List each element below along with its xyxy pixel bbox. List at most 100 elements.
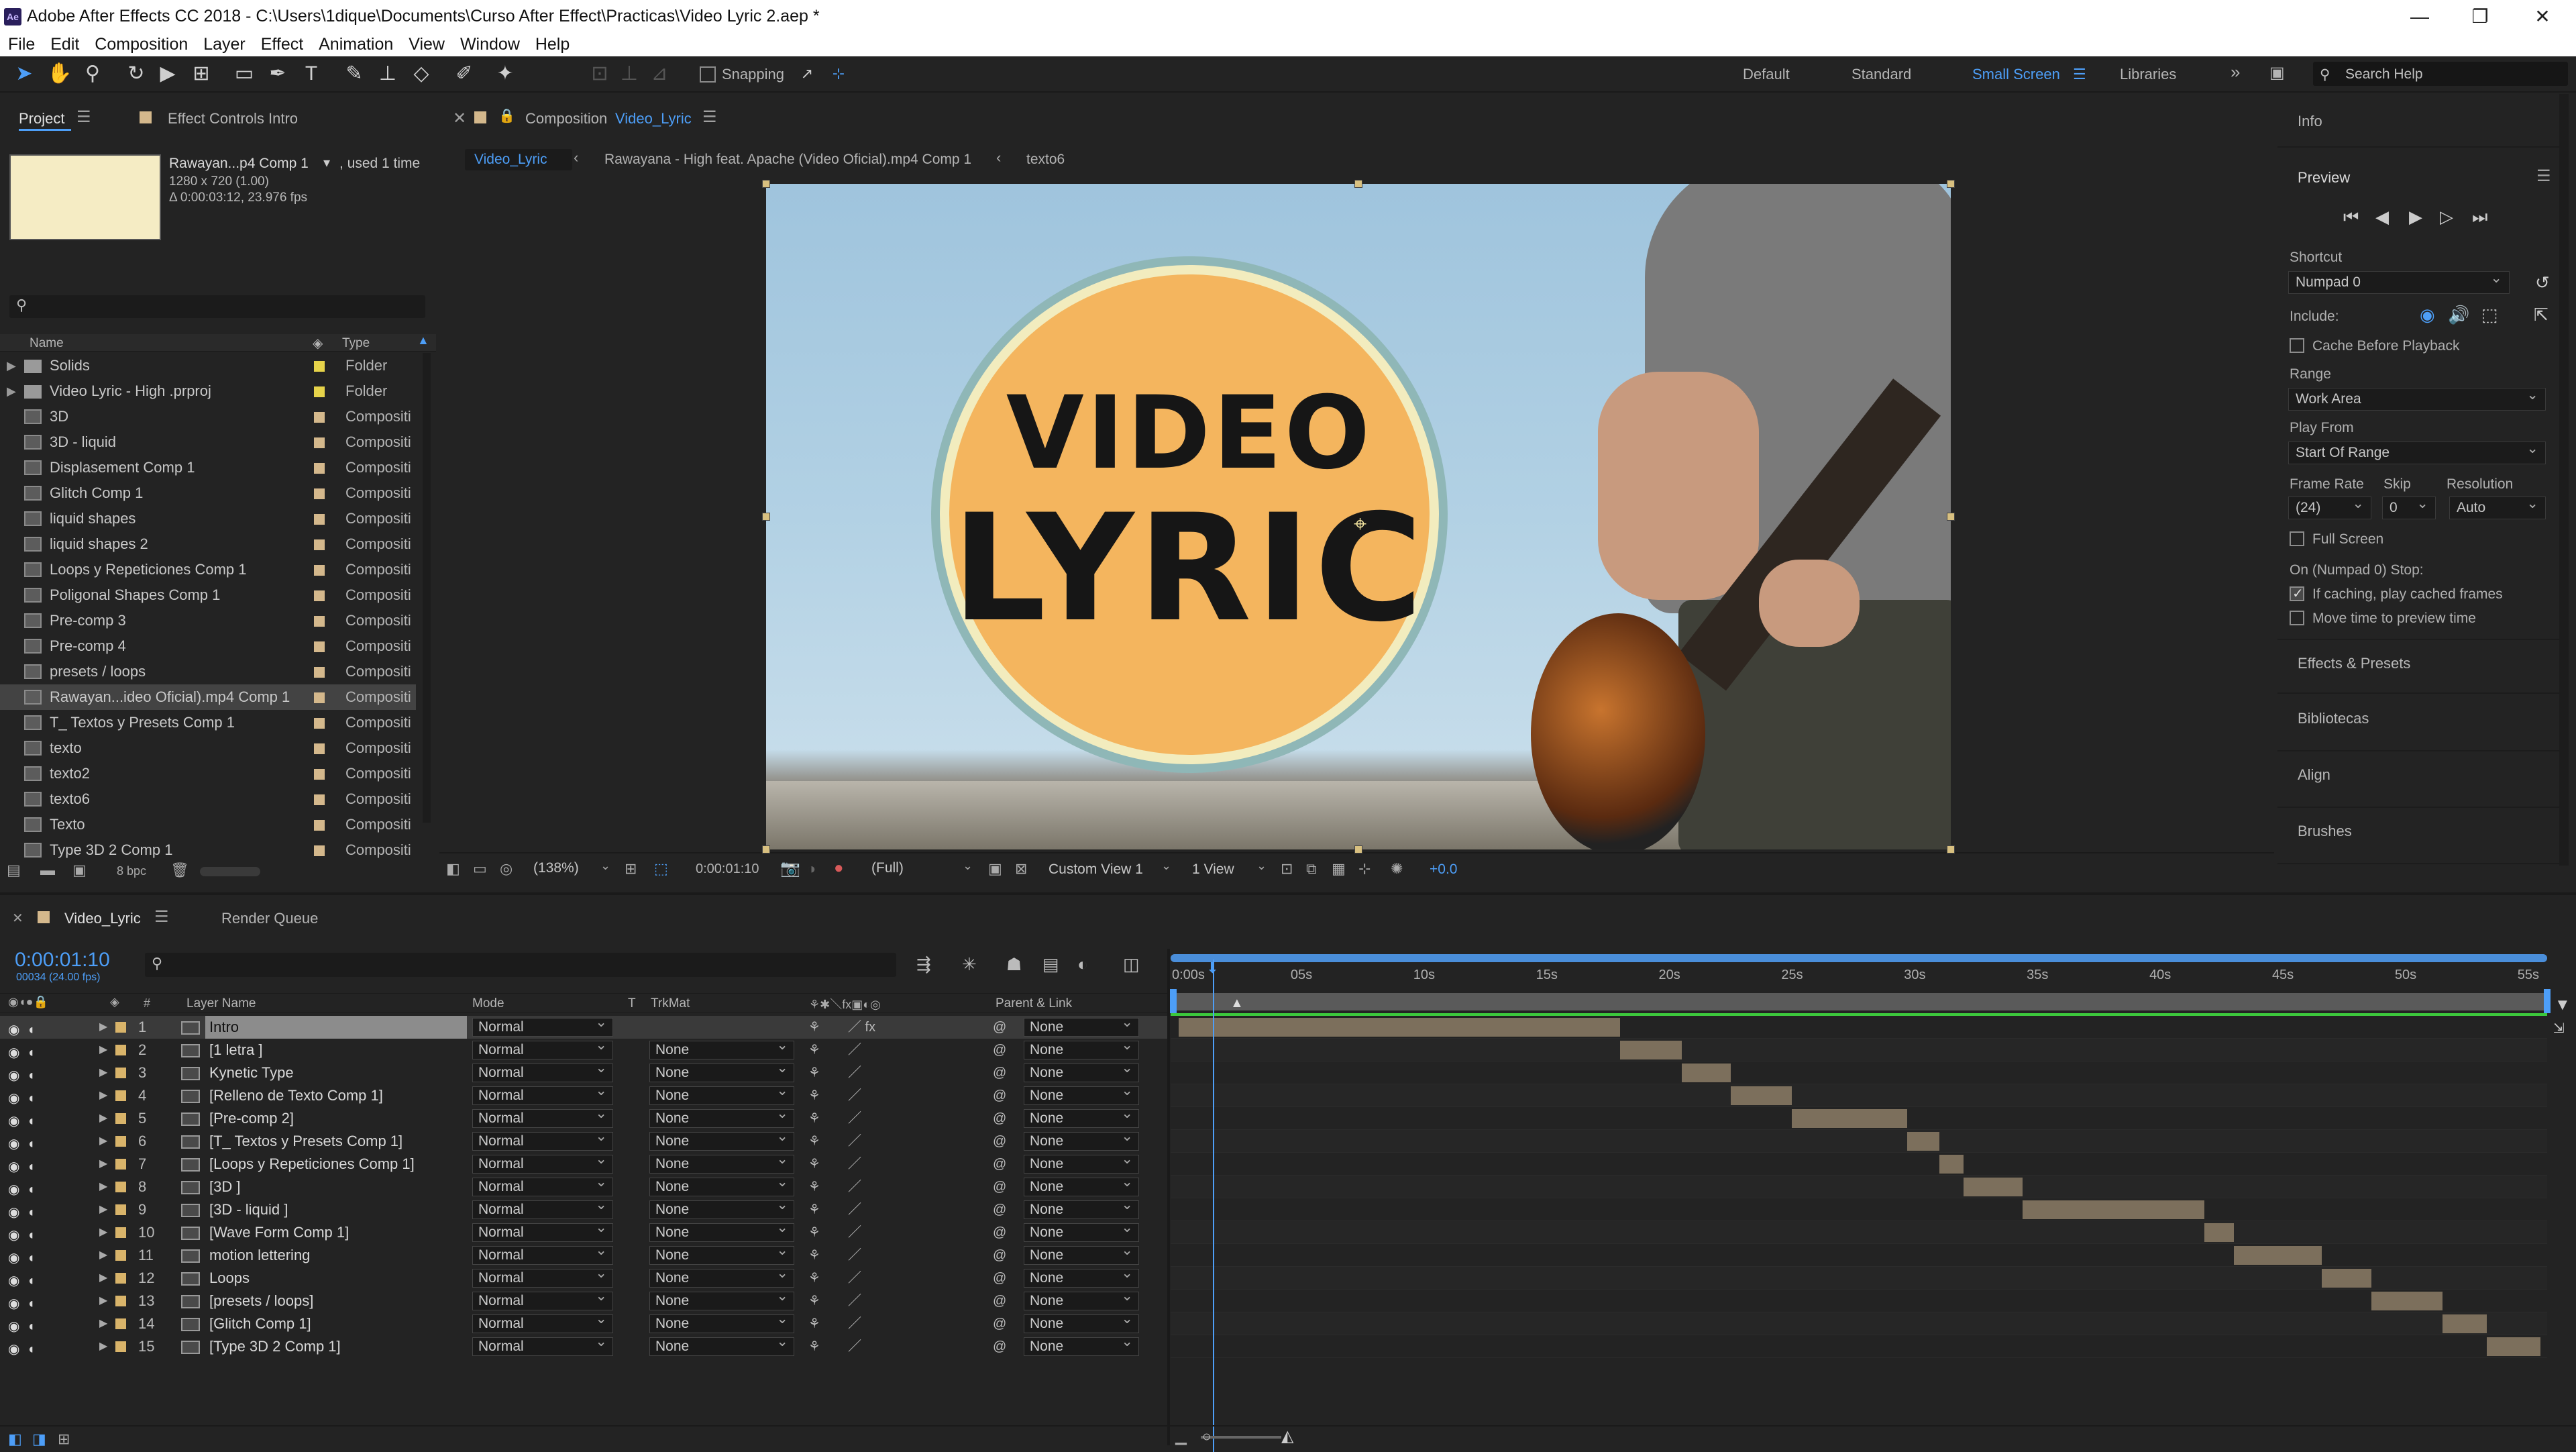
menu-file[interactable]: File bbox=[8, 33, 35, 56]
work-area-start-handle[interactable] bbox=[1170, 989, 1177, 1013]
eye-icon[interactable]: ◉ bbox=[8, 1064, 19, 1087]
menu-view[interactable]: View bbox=[409, 33, 445, 56]
next-frame-icon[interactable]: ▷ bbox=[2440, 207, 2453, 227]
right-panel-scrollbar[interactable] bbox=[2559, 94, 2569, 866]
quality-switch-icon[interactable]: ／ bbox=[848, 1198, 861, 1221]
project-item[interactable]: liquid shapes 2 Compositi bbox=[0, 531, 416, 557]
layer-mode-dropdown[interactable]: Normal bbox=[472, 1105, 613, 1128]
parent-dropdown[interactable]: None bbox=[1024, 1288, 1139, 1310]
shy-switch-icon[interactable]: ⚘ bbox=[808, 1061, 820, 1084]
expand-arrow-icon[interactable]: ▶ bbox=[99, 1290, 107, 1312]
align-title[interactable]: Align bbox=[2298, 766, 2330, 784]
snap-edges-icon[interactable]: ↗ bbox=[795, 62, 819, 86]
always-preview-icon[interactable]: ◧ bbox=[446, 860, 460, 878]
transform-handle[interactable] bbox=[762, 180, 770, 188]
layer-duration-bar[interactable] bbox=[1179, 1018, 1621, 1037]
parent-dropdown[interactable]: None bbox=[1024, 1082, 1139, 1105]
project-item[interactable]: Displasement Comp 1 Compositi bbox=[0, 455, 416, 480]
fast-previews-icon[interactable]: ⧉ bbox=[1306, 860, 1317, 878]
parent-dropdown[interactable]: None bbox=[1024, 1310, 1139, 1333]
layer-name[interactable]: motion lettering bbox=[209, 1244, 310, 1267]
layer-duration-bar[interactable] bbox=[2442, 1314, 2487, 1333]
usage-dropdown-icon[interactable]: ▾ bbox=[323, 154, 330, 171]
expand-arrow-icon[interactable]: ▶ bbox=[99, 1198, 107, 1221]
eye-icon[interactable]: ◉ bbox=[8, 1041, 19, 1064]
zoom-tool-icon[interactable]: ⚲ bbox=[80, 62, 105, 86]
pick-whip-icon[interactable]: @ bbox=[993, 1039, 1006, 1061]
trkmat-dropdown[interactable]: None bbox=[649, 1105, 794, 1128]
layer-row[interactable]: ◉ ◖ ▶ 6 [T_ Textos y Presets Comp 1] Normal No… bbox=[0, 1128, 1167, 1153]
menu-animation[interactable]: Animation bbox=[319, 33, 393, 56]
layer-label-color[interactable] bbox=[115, 1204, 126, 1215]
shy-switch-icon[interactable]: ⚘ bbox=[808, 1016, 820, 1039]
region-of-interest-icon[interactable]: ▣ bbox=[988, 860, 1002, 878]
chevron-down-icon[interactable]: ⌄ bbox=[1256, 859, 1267, 873]
shy-switch-icon[interactable]: ⚘ bbox=[808, 1153, 820, 1176]
parent-dropdown[interactable]: None bbox=[1024, 1219, 1139, 1242]
comp-marker-bin-icon[interactable]: ▼ bbox=[2555, 996, 2571, 1015]
in-out-toggle-icon[interactable]: ⊞ bbox=[58, 1431, 70, 1448]
preview-title[interactable]: Preview bbox=[2298, 169, 2350, 187]
eye-icon[interactable]: ◉ bbox=[8, 1201, 19, 1224]
label-column-icon[interactable]: ◈ bbox=[110, 995, 119, 1009]
frame-blending-icon[interactable]: ▤ bbox=[1042, 954, 1059, 975]
views-layout-dropdown[interactable]: 1 View bbox=[1192, 862, 1234, 878]
interpret-footage-icon[interactable]: ▤ bbox=[7, 862, 21, 879]
audio-icon[interactable]: ◖ bbox=[27, 1041, 35, 1064]
project-menu-icon[interactable]: ☰ bbox=[76, 107, 91, 127]
layer-name[interactable]: Kynetic Type bbox=[209, 1061, 294, 1084]
pick-whip-icon[interactable]: @ bbox=[993, 1221, 1006, 1244]
label-color-swatch[interactable] bbox=[314, 590, 325, 601]
world-axis-icon[interactable]: ⊥ bbox=[617, 62, 641, 86]
if-caching-checkbox[interactable] bbox=[2290, 585, 2304, 602]
project-item[interactable]: Pre-comp 3 Compositi bbox=[0, 608, 416, 633]
more-workspaces-icon[interactable]: » bbox=[2231, 62, 2240, 83]
parent-dropdown[interactable]: None bbox=[1024, 1265, 1139, 1288]
pick-whip-icon[interactable]: @ bbox=[993, 1153, 1006, 1176]
audio-icon[interactable]: ◖ bbox=[27, 1110, 35, 1133]
workspace-small-screen[interactable]: Small Screen bbox=[1972, 66, 2060, 83]
layer-duration-bar[interactable] bbox=[1681, 1064, 1731, 1082]
play-icon[interactable]: ▶ bbox=[2409, 207, 2422, 227]
audio-icon[interactable]: ◖ bbox=[27, 1087, 35, 1110]
col-parent[interactable]: Parent & Link bbox=[996, 996, 1072, 1011]
effects-presets-title[interactable]: Effects & Presets bbox=[2298, 655, 2410, 672]
graph-editor-icon[interactable]: ◫ bbox=[1123, 954, 1140, 975]
layer-row[interactable]: ◉ ◖ ▶ 7 [Loops y Repeticiones Comp 1] Normal N… bbox=[0, 1151, 1167, 1176]
transform-handle[interactable] bbox=[1354, 180, 1362, 188]
vr-icon[interactable]: ◎ bbox=[500, 860, 513, 878]
project-search-input[interactable]: ⚲ bbox=[9, 295, 425, 318]
breadcrumb-rawayana[interactable]: Rawayana - High feat. Apache (Video Ofic… bbox=[604, 152, 971, 168]
project-item[interactable]: ▶ Solids Folder bbox=[0, 353, 416, 378]
layer-label-color[interactable] bbox=[115, 1318, 126, 1329]
layer-mode-dropdown[interactable]: Normal bbox=[472, 1151, 613, 1174]
info-title[interactable]: Info bbox=[2298, 113, 2322, 130]
shy-switch-icon[interactable]: ⚘ bbox=[808, 1130, 820, 1153]
layer-duration-bar[interactable] bbox=[1730, 1086, 1792, 1105]
chevron-down-icon[interactable]: ⌄ bbox=[963, 859, 973, 873]
parent-dropdown[interactable]: None bbox=[1024, 1174, 1139, 1196]
layer-label-color[interactable] bbox=[115, 1296, 126, 1306]
quality-switch-icon[interactable]: ／ bbox=[848, 1244, 861, 1267]
bpc-label[interactable]: 8 bpc bbox=[117, 864, 146, 878]
layer-row[interactable]: ◉ ◖ ▶ 3 Kynetic Type Normal None ⚘ ／ @ None bbox=[0, 1059, 1167, 1087]
pick-whip-icon[interactable]: @ bbox=[993, 1176, 1006, 1198]
layer-name[interactable]: [Glitch Comp 1] bbox=[209, 1312, 311, 1335]
pen-tool-icon[interactable]: ✒ bbox=[266, 62, 290, 86]
shy-switch-icon[interactable]: ⚘ bbox=[808, 1312, 820, 1335]
project-item[interactable]: Rawayan...ideo Oficial).mp4 Comp 1 Compos… bbox=[0, 684, 416, 710]
label-color-swatch[interactable] bbox=[314, 692, 325, 703]
fit-icon[interactable]: ⊞ bbox=[625, 860, 637, 878]
pick-whip-icon[interactable]: @ bbox=[993, 1107, 1006, 1130]
trkmat-dropdown[interactable]: None bbox=[649, 1196, 794, 1219]
shy-switch-icon[interactable]: ⚘ bbox=[808, 1221, 820, 1244]
layer-label-color[interactable] bbox=[115, 1159, 126, 1170]
transform-handle[interactable] bbox=[762, 513, 770, 521]
cache-before-playback-checkbox[interactable] bbox=[2290, 338, 2304, 353]
trkmat-dropdown[interactable]: None bbox=[649, 1059, 794, 1082]
layer-duration-bar[interactable] bbox=[2322, 1269, 2371, 1288]
new-folder-icon[interactable]: ▬ bbox=[40, 862, 55, 879]
tab-effect-controls[interactable]: Effect Controls Intro bbox=[168, 110, 298, 127]
menu-window[interactable]: Window bbox=[460, 33, 520, 56]
trkmat-dropdown[interactable]: None bbox=[649, 1082, 794, 1105]
